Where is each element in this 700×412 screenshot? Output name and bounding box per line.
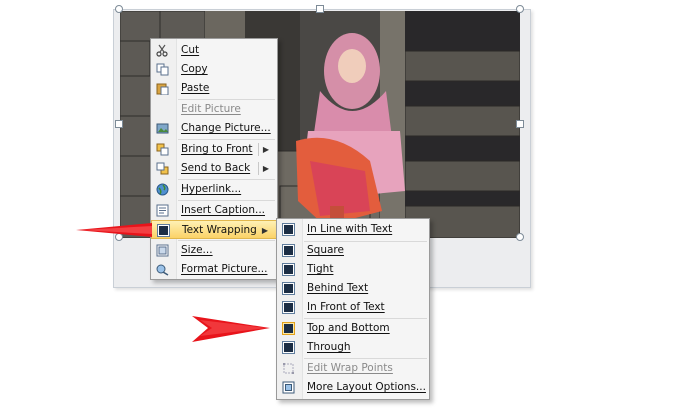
menu-item-label: Format Picture... bbox=[181, 263, 268, 275]
format-picture-icon bbox=[156, 264, 169, 276]
wrap-option-square[interactable]: Square bbox=[277, 241, 429, 260]
square-wrap-icon bbox=[282, 244, 295, 257]
resize-handle-bottom-right[interactable] bbox=[516, 233, 524, 241]
annotation-arrow-icon bbox=[76, 223, 152, 237]
menu-item-label: Bring to Front bbox=[181, 143, 253, 155]
wrap-option-edit-wrap-points: Edit Wrap Points bbox=[277, 359, 429, 378]
wrap-option-top-and-bottom[interactable]: Top and Bottom bbox=[277, 319, 429, 338]
submenu-divider bbox=[258, 143, 259, 156]
menu-item-label: Behind Text bbox=[307, 282, 369, 294]
behind-text-icon bbox=[282, 282, 295, 295]
layout-options-icon bbox=[282, 381, 295, 394]
resize-handle-top[interactable] bbox=[316, 5, 324, 13]
insert-caption-icon bbox=[156, 204, 169, 217]
submenu-arrow-icon: ▶ bbox=[262, 164, 269, 173]
menu-item-paste[interactable]: Paste bbox=[151, 79, 277, 98]
tight-wrap-icon bbox=[282, 263, 295, 276]
resize-handle-top-right[interactable] bbox=[516, 5, 524, 13]
resize-handle-left[interactable] bbox=[115, 120, 123, 128]
wrap-option-in-line[interactable]: In Line with Text bbox=[277, 220, 429, 239]
through-wrap-icon bbox=[282, 341, 295, 354]
bring-to-front-icon bbox=[156, 143, 169, 156]
menu-item-label: Insert Caption... bbox=[181, 204, 266, 216]
menu-item-label: Text Wrapping bbox=[182, 224, 257, 236]
menu-item-label: Send to Back bbox=[181, 162, 251, 174]
send-to-back-icon bbox=[156, 162, 169, 175]
wrap-option-tight[interactable]: Tight bbox=[277, 260, 429, 279]
menu-item-insert-caption[interactable]: Insert Caption... bbox=[151, 201, 277, 220]
top-and-bottom-icon bbox=[282, 322, 295, 335]
menu-item-label: Paste bbox=[181, 82, 210, 94]
size-icon bbox=[156, 244, 169, 257]
copy-icon bbox=[156, 63, 169, 76]
menu-item-label: Hyperlink... bbox=[181, 183, 242, 195]
menu-item-label: Change Picture... bbox=[181, 122, 271, 134]
menu-item-label: Top and Bottom bbox=[307, 322, 390, 334]
edit-wrap-points-icon bbox=[283, 363, 294, 374]
menu-item-label: More Layout Options... bbox=[307, 381, 426, 393]
scissors-icon bbox=[156, 44, 168, 57]
menu-item-label: Cut bbox=[181, 44, 200, 56]
wrap-option-through[interactable]: Through bbox=[277, 338, 429, 357]
menu-item-label: Size... bbox=[181, 244, 213, 256]
menu-item-size[interactable]: Size... bbox=[151, 241, 277, 260]
change-picture-icon bbox=[156, 123, 169, 134]
globe-link-icon bbox=[156, 183, 169, 196]
menu-item-format-picture[interactable]: Format Picture... bbox=[151, 260, 277, 279]
menu-item-label: Edit Picture bbox=[181, 103, 241, 115]
menu-item-label: Through bbox=[307, 341, 351, 353]
menu-item-text-wrapping[interactable]: Text Wrapping ▶ bbox=[151, 220, 277, 239]
submenu-arrow-icon: ▶ bbox=[261, 226, 268, 235]
in-front-of-text-icon bbox=[282, 301, 295, 314]
resize-handle-top-left[interactable] bbox=[115, 5, 123, 13]
submenu-arrow-icon: ▶ bbox=[262, 145, 269, 154]
menu-item-change-picture[interactable]: Change Picture... bbox=[151, 119, 277, 138]
submenu-divider bbox=[258, 162, 259, 175]
paste-icon bbox=[156, 83, 169, 95]
menu-item-send-to-back[interactable]: Send to Back ▶ bbox=[151, 159, 277, 178]
menu-item-bring-to-front[interactable]: Bring to Front ▶ bbox=[151, 140, 277, 159]
inline-wrap-icon bbox=[282, 223, 295, 236]
annotation-arrow-icon bbox=[192, 316, 270, 342]
text-wrapping-submenu: In Line with Text Square Tight Behind Te… bbox=[276, 218, 430, 400]
wrap-option-in-front-of-text[interactable]: In Front of Text bbox=[277, 298, 429, 317]
menu-item-label: Tight bbox=[307, 263, 334, 275]
menu-item-label: Square bbox=[307, 244, 344, 256]
wrap-option-behind-text[interactable]: Behind Text bbox=[277, 279, 429, 298]
word-document-canvas: Cut Copy Paste Edit Picture Change Pictu… bbox=[0, 0, 700, 412]
menu-item-label: Copy bbox=[181, 63, 208, 75]
menu-item-hyperlink[interactable]: Hyperlink... bbox=[151, 180, 277, 199]
menu-item-edit-picture: Edit Picture bbox=[151, 100, 277, 119]
menu-item-copy[interactable]: Copy bbox=[151, 60, 277, 79]
menu-item-label: In Front of Text bbox=[307, 301, 385, 313]
wrap-option-more-layout[interactable]: More Layout Options... bbox=[277, 378, 429, 397]
picture-context-menu: Cut Copy Paste Edit Picture Change Pictu… bbox=[150, 38, 278, 280]
text-wrapping-icon bbox=[157, 224, 170, 237]
menu-item-label: Edit Wrap Points bbox=[307, 362, 393, 374]
resize-handle-right[interactable] bbox=[516, 120, 524, 128]
menu-item-cut[interactable]: Cut bbox=[151, 41, 277, 60]
menu-item-label: In Line with Text bbox=[307, 223, 393, 235]
